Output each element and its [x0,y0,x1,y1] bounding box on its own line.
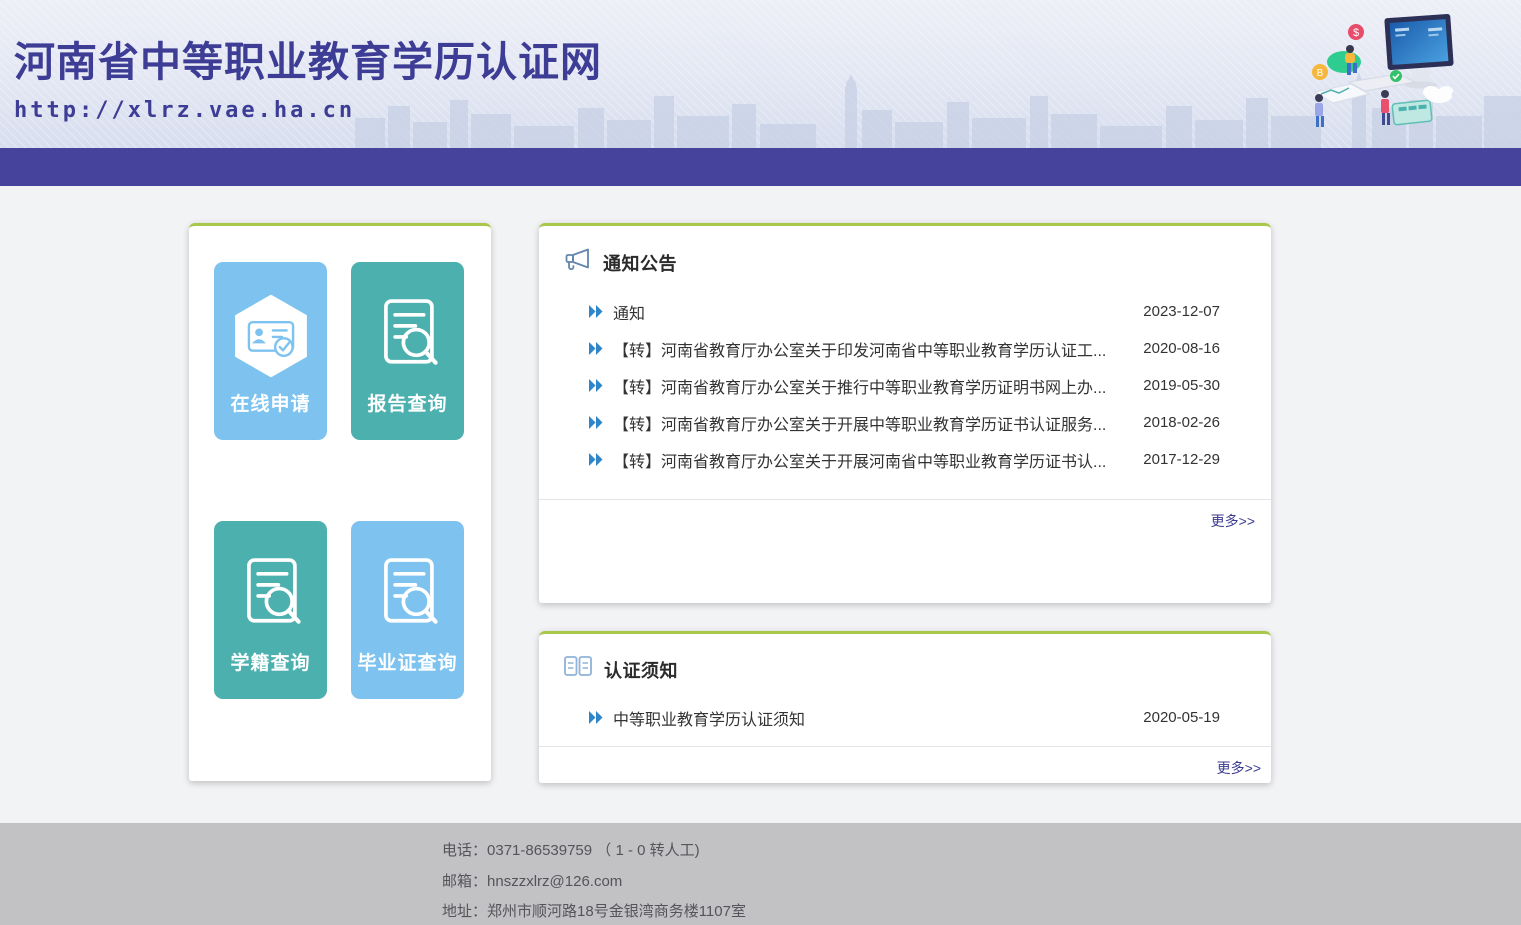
notice-title-text: 【转】河南省教育厅办公室关于印发河南省中等职业教育学历认证工... [613,337,1129,361]
email-label: 邮箱： [442,873,487,890]
guide-list: 中等职业教育学历认证须知 2020-05-19 [539,699,1271,736]
double-chevron-icon [589,305,603,318]
notice-date: 2018-02-26 [1143,414,1220,431]
notice-list-item[interactable]: 通知 2023-12-07 [539,293,1271,330]
svg-text:B: B [1317,68,1324,79]
footer-address-row: 地址：郑州市顺河路18号金银湾商务楼1107室 [442,897,1521,925]
action-label: 学籍查询 [230,648,310,675]
notice-list-item[interactable]: 【转】河南省教育厅办公室关于印发河南省中等职业教育学历认证工... 2020-0… [539,330,1271,367]
notice-title-text: 通知 [613,300,1129,324]
notices-list: 通知 2023-12-07 【转】河南省教育厅办公室关于印发河南省中等职业教育学… [539,293,1271,478]
phone-label: 电话： [442,842,487,859]
guide-list-item[interactable]: 中等职业教育学历认证须知 2020-05-19 [539,699,1271,736]
action-label: 在线申请 [230,389,310,416]
notice-date: 2020-08-16 [1143,340,1220,357]
open-book-icon [563,655,593,684]
guide-header: 认证须知 [539,634,1271,694]
money-badge-icon: $ [1348,24,1364,40]
notice-list-item[interactable]: 【转】河南省教育厅办公室关于推行中等职业教育学历证明书网上办... 2019-0… [539,367,1271,404]
notice-date: 2017-12-29 [1143,451,1220,468]
notice-date: 2019-05-30 [1143,377,1220,394]
id-card-check-icon [214,290,327,382]
megaphone-icon [563,247,592,278]
standing-person-icon [1381,90,1390,125]
notice-title-text: 【转】河南省教育厅办公室关于开展中等职业教育学历证书认证服务... [613,411,1129,435]
tablet-icon [1392,100,1432,125]
guide-title: 认证须知 [604,657,678,683]
footer-email-row: 邮箱：hnszzxlrz@126.com [442,867,1521,898]
double-chevron-icon [589,416,603,429]
svg-text:$: $ [1353,27,1359,39]
notices-title: 通知公告 [603,250,677,276]
guide-more-link[interactable]: 更多>> [1217,760,1261,776]
document-search-icon [214,549,327,641]
email-value: hnszzxlrz@126.com [487,873,622,890]
document-search-icon [351,290,464,382]
site-url: http://xlrz.vae.ha.cn [14,98,602,123]
action-label: 报告查询 [367,389,447,416]
notices-more-link[interactable]: 更多>> [1211,513,1255,529]
site-footer: 电话：0371-86539759 （ 1 - 0 转人工) 邮箱：hnszzxl… [0,823,1521,925]
notice-list-item[interactable]: 【转】河南省教育厅办公室关于开展河南省中等职业教育学历证书认... 2017-1… [539,441,1271,478]
report-query-button[interactable]: 报告查询 [351,262,464,440]
student-status-query-button[interactable]: 学籍查询 [214,521,327,699]
address-value: 郑州市顺河路18号金银湾商务楼1107室 [487,903,746,920]
guide-date: 2020-05-19 [1143,709,1220,726]
coin-badge-icon: B [1312,64,1328,80]
check-badge-icon [1390,70,1402,82]
footer-phone-row: 电话：0371-86539759 （ 1 - 0 转人工) [442,836,1521,867]
double-chevron-icon [589,342,603,355]
guide-more-row: 更多>> [539,746,1271,778]
main-navbar [0,148,1521,186]
guide-panel: 认证须知 中等职业教育学历认证须知 2020-05-19 更多>> [539,631,1271,783]
standing-person-icon [1315,94,1324,127]
quick-actions-panel: 在线申请 报告查询 [189,223,491,781]
site-title: 河南省中等职业教育学历认证网 [14,28,602,88]
notices-more-row: 更多>> [539,499,1271,531]
document-search-icon [351,549,464,641]
notice-date: 2023-12-07 [1143,303,1220,320]
sitting-person-icon [1327,45,1361,75]
diploma-query-button[interactable]: 毕业证查询 [351,521,464,699]
double-chevron-icon [589,379,603,392]
double-chevron-icon [589,711,603,724]
notice-list-item[interactable]: 【转】河南省教育厅办公室关于开展中等职业教育学历证书认证服务... 2018-0… [539,404,1271,441]
site-header: 河南省中等职业教育学历认证网 http://xlrz.vae.ha.cn [0,0,1521,148]
address-label: 地址： [442,903,487,920]
notice-title-text: 【转】河南省教育厅办公室关于推行中等职业教育学历证明书网上办... [613,374,1129,398]
guide-title-text: 中等职业教育学历认证须知 [613,706,1129,730]
action-label: 毕业证查询 [357,648,457,675]
notices-panel: 通知公告 通知 2023-12-07 【转】河南省教育厅办公室关于印发河南省中等… [539,223,1271,603]
online-apply-button[interactable]: 在线申请 [214,262,327,440]
phone-value: 0371-86539759 （ 1 - 0 转人工) [487,842,700,859]
notice-title-text: 【转】河南省教育厅办公室关于开展河南省中等职业教育学历证书认... [613,448,1129,472]
main-content: 在线申请 报告查询 [0,186,1521,783]
header-illustration: $ B [1293,6,1463,140]
double-chevron-icon [589,453,603,466]
right-column: 通知公告 通知 2023-12-07 【转】河南省教育厅办公室关于印发河南省中等… [539,223,1271,783]
notices-header: 通知公告 [539,226,1271,288]
